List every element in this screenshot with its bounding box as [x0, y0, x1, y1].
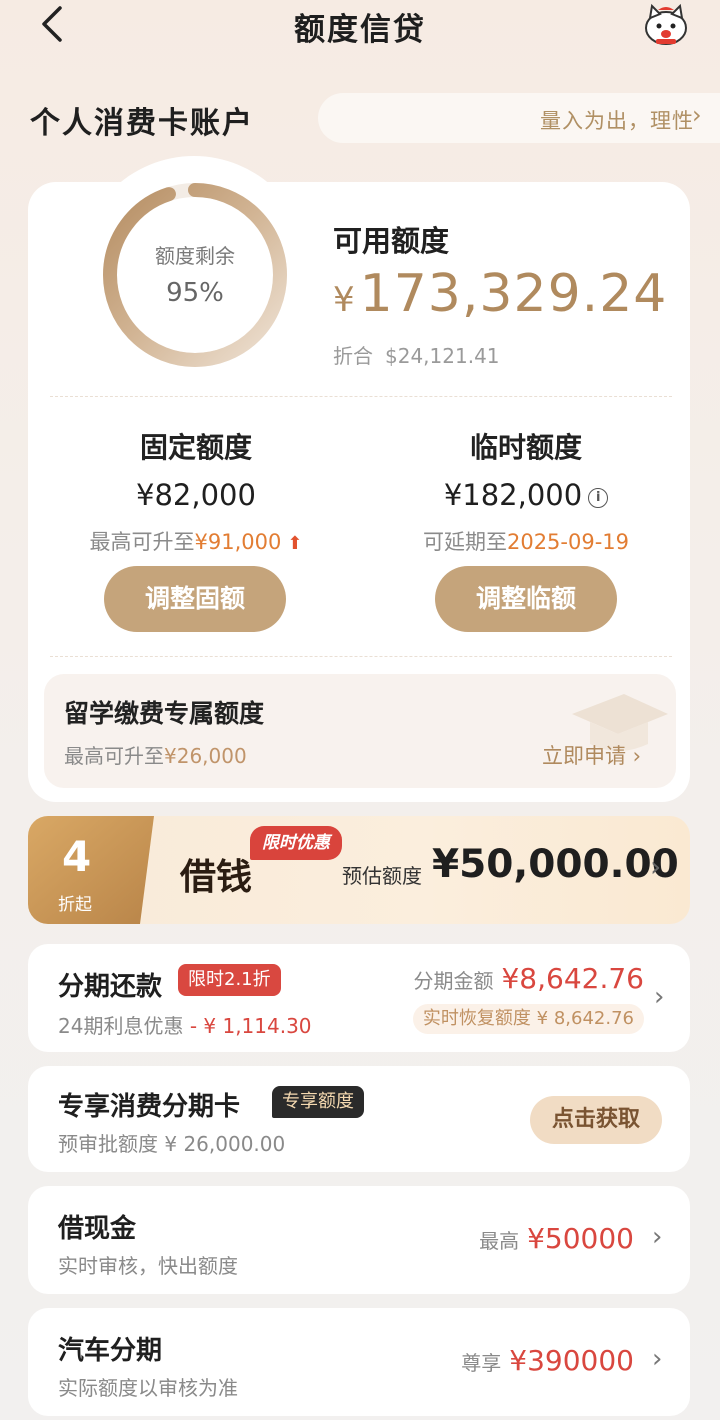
approx-usd: 折合 $24,121.41	[333, 340, 500, 369]
installment-amount: 分期金额 ¥8,642.76	[413, 962, 644, 995]
temp-credit-extend: 可延期至2025-09-19	[376, 526, 676, 556]
fixed-credit-max: 最高可升至¥91,000 ⬆	[46, 526, 346, 556]
chevron-right-icon: ›	[692, 101, 702, 129]
study-max-value: ¥26,000	[164, 744, 247, 768]
fixed-credit-title: 固定额度	[139, 431, 252, 464]
chevron-right-icon: ›	[652, 1222, 663, 1252]
discount-number: 4	[62, 832, 92, 881]
interest-value: - ¥ 1,114.30	[189, 1014, 312, 1038]
car-max-value: ¥390000	[509, 1344, 634, 1377]
borrow-money-banner[interactable]: 4 折起 借钱 限时优惠 预估额度 ¥50,000.00 ›	[28, 816, 690, 924]
top-bar: 额度信贷	[0, 0, 720, 52]
get-now-button[interactable]: 点击获取	[530, 1096, 662, 1144]
exclusive-card[interactable]: 专享消费分期卡 专享额度 预审批额度 ¥ 26,000.00 点击获取	[28, 1066, 690, 1172]
cash-title: 借现金	[58, 1214, 137, 1244]
restore-value: ¥ 8,642.76	[536, 1008, 634, 1029]
study-title: 留学缴费专属额度	[64, 699, 265, 728]
fixed-credit-amount: ¥82,000	[136, 478, 256, 512]
cash-max-label: 最高	[479, 1229, 520, 1253]
slogan-banner[interactable]: 量入为出，理性 ›	[318, 93, 720, 143]
chevron-right-icon: ›	[652, 1344, 663, 1374]
study-max-label: 最高可升至	[64, 744, 164, 768]
divider	[50, 656, 672, 657]
chevron-right-icon: ›	[654, 982, 665, 1012]
limited-offer-badge: 限时优惠	[250, 826, 342, 860]
discount-suffix: 折起	[58, 895, 92, 915]
restore-credit-badge: 实时恢复额度 ¥ 8,642.76	[412, 1004, 644, 1034]
extend-label: 可延期至	[422, 530, 507, 554]
approx-amount: $24,121.41	[385, 344, 500, 368]
account-title: 个人消费卡账户	[30, 106, 254, 141]
car-max: 尊享 ¥390000	[461, 1344, 634, 1377]
temp-credit-amount-row: ¥182,000 i	[376, 478, 676, 512]
extend-date: 2025-09-19	[506, 530, 630, 554]
car-title: 汽车分期	[58, 1336, 163, 1366]
cash-loan-card[interactable]: 借现金 实时审核，快出额度 最高 ¥50000 ›	[28, 1186, 690, 1294]
estimate-label: 预估额度	[342, 864, 422, 888]
car-loan-card[interactable]: 汽车分期 实际额度以审核为准 尊享 ¥390000 ›	[28, 1308, 690, 1416]
interest-label: 24期利息优惠	[58, 1014, 184, 1038]
car-max-label: 尊享	[461, 1351, 502, 1375]
cat-mascot-icon[interactable]	[642, 2, 690, 46]
remaining-percent: 95%	[166, 278, 224, 308]
study-abroad-card[interactable]: 留学缴费专属额度 最高可升至¥26,000 立即申请 ›	[44, 674, 676, 788]
restore-label: 实时恢复额度	[422, 1008, 531, 1029]
currency-symbol: ¥	[333, 280, 356, 320]
temp-credit-amount: ¥182,000	[443, 478, 583, 512]
borrow-title: 借钱	[180, 856, 253, 898]
fixed-credit-block: 固定额度 ¥82,000 最高可升至¥91,000 ⬆	[46, 426, 346, 556]
page-title: 额度信贷	[294, 12, 426, 48]
fixed-max-value: ¥91,000	[194, 530, 282, 554]
divider	[50, 396, 672, 397]
available-label: 可用额度	[333, 224, 450, 258]
cash-max-value: ¥50000	[527, 1222, 634, 1255]
up-arrow-icon: ⬆	[287, 533, 303, 554]
installment-card[interactable]: 分期还款 限时2.1折 24期利息优惠 - ¥ 1,114.30 分期金额 ¥8,…	[28, 944, 690, 1052]
study-max: 最高可升至¥26,000	[64, 740, 247, 769]
apply-now-link[interactable]: 立即申请 ›	[542, 740, 641, 770]
estimate-amount: ¥50,000.00	[432, 842, 679, 887]
approx-label: 折合	[333, 344, 373, 368]
preapproved-amount: 预审批额度 ¥ 26,000.00	[58, 1132, 286, 1156]
temp-credit-title: 临时额度	[469, 431, 582, 464]
exclusive-badge: 专享额度	[272, 1086, 364, 1118]
adjust-fixed-button[interactable]: 调整固额	[104, 566, 286, 632]
temp-credit-block: 临时额度 ¥182,000 i 可延期至2025-09-19	[376, 426, 676, 556]
fixed-max-label: 最高可升至	[89, 530, 195, 554]
discount-badge: 限时2.1折	[178, 964, 281, 996]
available-amount-value: 173,329.24	[359, 264, 668, 324]
cash-max: 最高 ¥50000	[479, 1222, 634, 1255]
cash-sub: 实时审核，快出额度	[58, 1254, 238, 1278]
slogan-text: 量入为出，理性	[540, 109, 694, 133]
adjust-temp-button[interactable]: 调整临额	[435, 566, 617, 632]
info-icon[interactable]: i	[588, 488, 609, 508]
available-amount: ¥173,329.24	[333, 264, 667, 324]
interest-discount: 24期利息优惠 - ¥ 1,114.30	[58, 1010, 312, 1039]
exclusive-title: 专享消费分期卡	[58, 1092, 241, 1122]
installment-title: 分期还款	[58, 972, 163, 1002]
car-sub: 实际额度以审核为准	[58, 1376, 238, 1400]
installment-amount-label: 分期金额	[413, 969, 494, 993]
remaining-label: 额度剩余	[155, 244, 235, 268]
chevron-right-icon: ›	[650, 850, 662, 883]
remaining-ring	[103, 183, 287, 367]
installment-amount-value: ¥8,642.76	[501, 962, 644, 995]
